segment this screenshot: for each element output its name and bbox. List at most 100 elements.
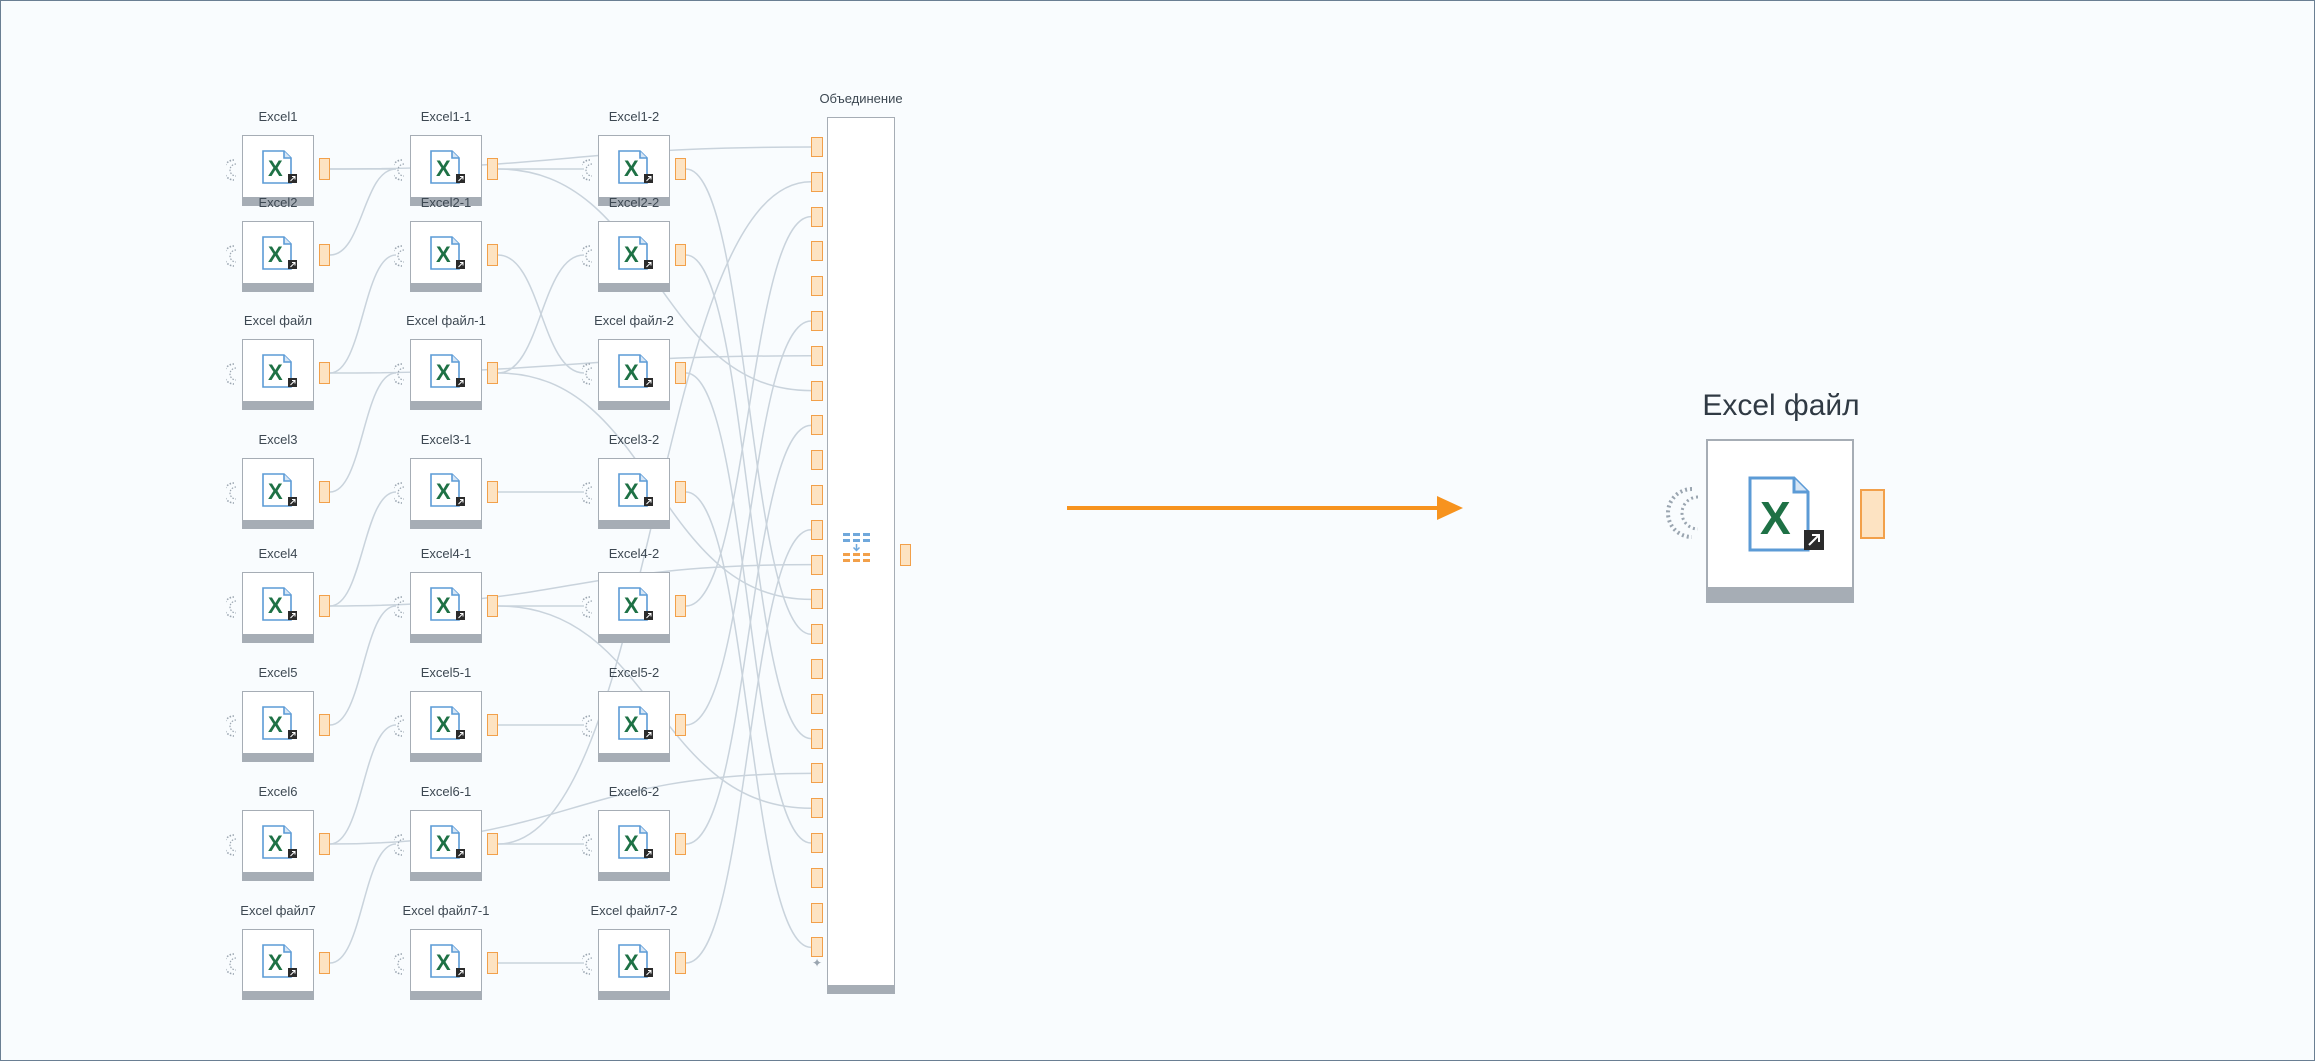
output-port[interactable] [319, 952, 330, 974]
excel-node[interactable]: Excel3-2 X [582, 432, 686, 530]
output-port[interactable] [319, 481, 330, 503]
excel-node[interactable]: Excel2 X [226, 195, 330, 293]
union-input-port[interactable] [811, 137, 823, 157]
union-input-port[interactable] [811, 589, 823, 610]
input-port-icon[interactable] [582, 159, 592, 181]
excel-node[interactable]: Excel5-1 X [394, 665, 498, 763]
add-port-icon[interactable]: ✦ [811, 957, 823, 969]
output-port[interactable] [487, 481, 498, 503]
input-port-icon[interactable] [1662, 483, 1702, 543]
excel-node[interactable]: Excel5-2 X [582, 665, 686, 763]
union-input-port[interactable] [811, 937, 823, 958]
union-input-port[interactable] [811, 171, 823, 192]
input-port-icon[interactable] [226, 482, 236, 504]
excel-node[interactable]: Excel5 X [226, 665, 330, 763]
input-port-icon[interactable] [582, 363, 592, 385]
input-port-icon[interactable] [226, 363, 236, 385]
input-port-icon[interactable] [582, 482, 592, 504]
union-input-port[interactable] [811, 624, 823, 645]
output-port[interactable] [675, 952, 686, 974]
input-port-icon[interactable] [394, 159, 404, 181]
excel-node[interactable]: Excel файл X [226, 313, 330, 411]
excel-node[interactable]: Excel6 X [226, 784, 330, 882]
excel-node[interactable]: Excel3-1 X [394, 432, 498, 530]
excel-node[interactable]: Excel файл-2 X [582, 313, 686, 411]
excel-node[interactable]: Excel4-2 X [582, 546, 686, 644]
excel-node[interactable]: Excel файл7-1 X [394, 903, 498, 1001]
input-port-icon[interactable] [394, 363, 404, 385]
excel-node[interactable]: Excel файл7 X [226, 903, 330, 1001]
input-port-icon[interactable] [394, 482, 404, 504]
input-port-icon[interactable] [226, 245, 236, 267]
union-input-port[interactable] [811, 519, 823, 540]
output-port[interactable] [487, 714, 498, 736]
excel-node[interactable]: Excel4 X [226, 546, 330, 644]
output-port[interactable] [319, 595, 330, 617]
input-port-icon[interactable] [394, 953, 404, 975]
union-input-port[interactable] [811, 728, 823, 749]
union-input-port[interactable] [811, 380, 823, 401]
input-port-icon[interactable] [226, 953, 236, 975]
output-port[interactable] [675, 244, 686, 266]
input-port-icon[interactable] [394, 715, 404, 737]
output-port[interactable] [319, 362, 330, 384]
output-port[interactable] [487, 952, 498, 974]
union-input-port[interactable] [811, 833, 823, 853]
input-port-icon[interactable] [226, 159, 236, 181]
union-input-port[interactable] [811, 867, 823, 888]
output-port[interactable] [675, 595, 686, 617]
input-port-icon[interactable] [582, 953, 592, 975]
union-input-port[interactable] [811, 276, 823, 297]
excel-node[interactable]: Excel2-2 X [582, 195, 686, 293]
input-port-icon[interactable] [394, 245, 404, 267]
input-port-icon[interactable] [582, 245, 592, 267]
union-input-port[interactable] [811, 415, 823, 436]
output-port[interactable] [319, 158, 330, 180]
union-input-port[interactable] [811, 485, 823, 505]
output-port[interactable] [319, 833, 330, 855]
union-input-port[interactable] [811, 345, 823, 366]
excel-node[interactable]: Excel4-1 X [394, 546, 498, 644]
output-port[interactable] [487, 362, 498, 384]
union-input-port[interactable] [811, 311, 823, 331]
input-port-icon[interactable] [226, 834, 236, 856]
union-input-port[interactable] [811, 450, 823, 471]
output-port[interactable] [319, 714, 330, 736]
output-port[interactable] [487, 244, 498, 266]
union-node[interactable]: Объединение ✦ [811, 91, 911, 997]
output-port[interactable] [487, 158, 498, 180]
union-input-port[interactable] [811, 554, 823, 575]
output-port[interactable] [675, 362, 686, 384]
output-port[interactable] [487, 595, 498, 617]
output-port[interactable] [675, 714, 686, 736]
excel-node[interactable]: Excel файл7-2 X [582, 903, 686, 1001]
excel-node[interactable]: Excel3 X [226, 432, 330, 530]
workflow-canvas[interactable]: Excel1 X Excel1-1 X Excel1-2 X Excel2 X Excel2-1… [0, 0, 2315, 1061]
result-output-port[interactable] [1860, 489, 1885, 539]
input-port-icon[interactable] [226, 715, 236, 737]
output-port[interactable] [675, 833, 686, 855]
union-output-port[interactable] [900, 544, 911, 566]
excel-node[interactable]: Excel6-1 X [394, 784, 498, 882]
result-excel-node[interactable]: X [1666, 439, 1885, 605]
excel-node[interactable]: Excel файл-1 X [394, 313, 498, 411]
input-port-icon[interactable] [582, 834, 592, 856]
union-input-port[interactable] [811, 763, 823, 784]
union-input-port[interactable] [811, 659, 823, 679]
input-port-icon[interactable] [582, 715, 592, 737]
excel-node[interactable]: Excel6-2 X [582, 784, 686, 882]
input-port-icon[interactable] [226, 596, 236, 618]
output-port[interactable] [675, 481, 686, 503]
output-port[interactable] [319, 244, 330, 266]
union-input-port[interactable] [811, 241, 823, 262]
excel-node[interactable]: Excel2-1 X [394, 195, 498, 293]
output-port[interactable] [675, 158, 686, 180]
input-port-icon[interactable] [582, 596, 592, 618]
union-input-port[interactable] [811, 798, 823, 819]
output-port[interactable] [487, 833, 498, 855]
union-input-port[interactable] [811, 902, 823, 923]
input-port-icon[interactable] [394, 596, 404, 618]
input-port-icon[interactable] [394, 834, 404, 856]
union-input-port[interactable] [811, 206, 823, 227]
union-input-port[interactable] [811, 693, 823, 714]
